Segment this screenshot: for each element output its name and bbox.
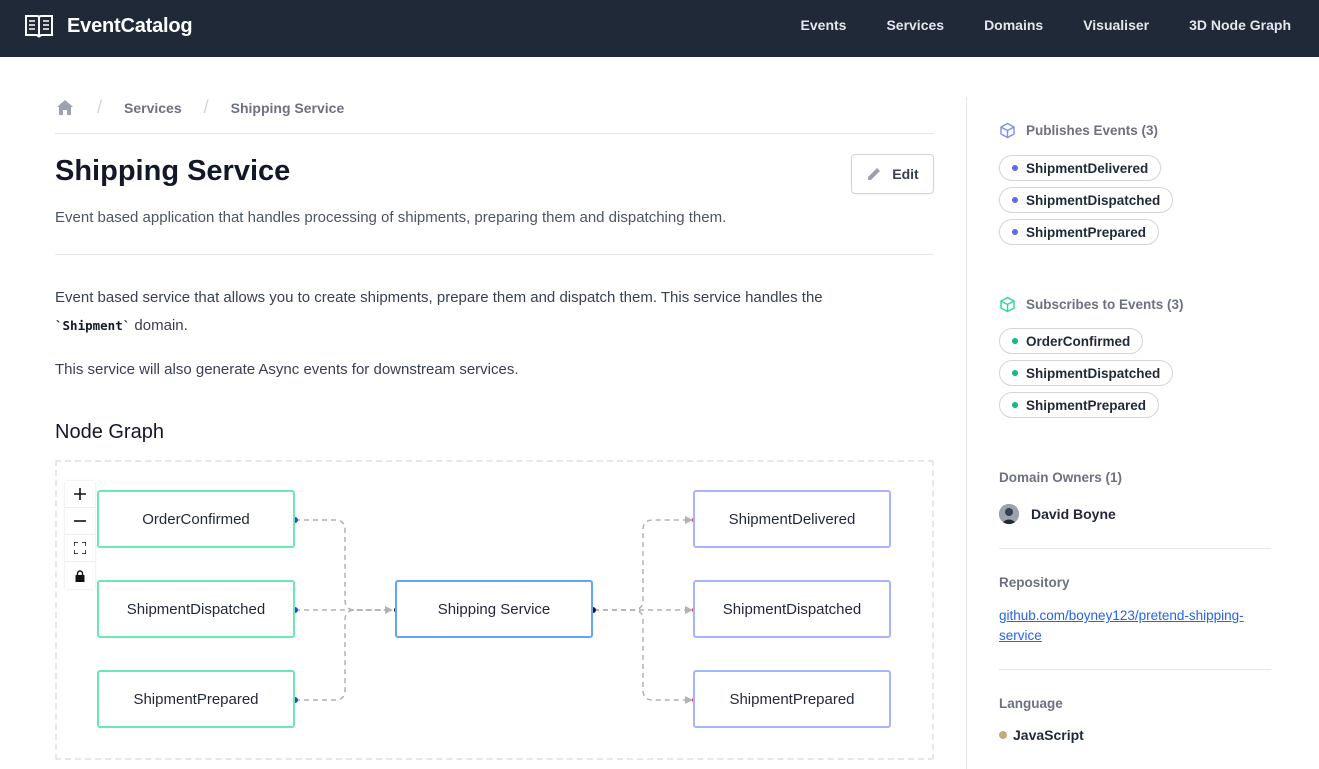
book-icon (25, 15, 53, 38)
page-title: Shipping Service (55, 155, 291, 187)
divider (999, 548, 1271, 549)
node-publish-shipment-delivered[interactable]: ShipmentDelivered (693, 490, 891, 548)
node-label: OrderConfirmed (142, 510, 250, 528)
publish-tag[interactable]: ShipmentDelivered (999, 155, 1162, 181)
tag-dot (1012, 165, 1018, 171)
breadcrumb-separator: / (203, 97, 209, 117)
tag-label: OrderConfirmed (1026, 333, 1131, 349)
language-value: JavaScript (999, 727, 1084, 743)
nav-events[interactable]: Events (801, 17, 847, 33)
owner-item[interactable]: David Boyne (999, 504, 1116, 524)
service-description-2: This service will also generate Async ev… (55, 361, 519, 378)
repository-heading-text: Repository (999, 575, 1070, 590)
subscribes-heading-text: Subscribes to Events (3) (1026, 297, 1184, 312)
tag-dot (1012, 229, 1018, 235)
breadcrumb-services[interactable]: Services (124, 100, 182, 116)
zoom-in-button[interactable] (65, 481, 95, 508)
page-summary: Event based application that handles pro… (55, 209, 727, 226)
cube-icon (1000, 122, 1015, 139)
lock-icon (75, 569, 85, 582)
owners-heading: Domain Owners (1) (999, 470, 1122, 485)
lock-button[interactable] (65, 562, 95, 589)
subscribe-tag[interactable]: ShipmentDispatched (999, 360, 1174, 386)
nav-services[interactable]: Services (886, 17, 944, 33)
tag-dot (1012, 370, 1018, 376)
edit-button-label: Edit (892, 166, 919, 182)
node-subscribe-order-confirmed[interactable]: OrderConfirmed (97, 490, 295, 548)
brand-name: EventCatalog (67, 14, 193, 37)
language-dot (999, 731, 1007, 739)
brand-logo[interactable]: EventCatalog (24, 13, 193, 39)
owner-name: David Boyne (1031, 506, 1116, 522)
subscribe-tag[interactable]: ShipmentPrepared (999, 392, 1160, 418)
plus-icon (74, 488, 86, 500)
publishes-heading-text: Publishes Events (3) (1026, 123, 1159, 138)
node-publish-shipment-prepared[interactable]: ShipmentPrepared (693, 670, 891, 728)
breadcrumb-separator: / (97, 97, 103, 117)
avatar-image (999, 504, 1019, 524)
node-label: Shipping Service (437, 600, 551, 618)
tag-dot (1012, 402, 1018, 408)
breadcrumb: / Services / Shipping Service (55, 97, 344, 118)
inline-code: `Shipment` (55, 318, 131, 333)
publish-tag[interactable]: ShipmentDispatched (999, 187, 1174, 213)
node-label: ShipmentDispatched (126, 600, 266, 618)
tag-dot (1012, 197, 1018, 203)
nav-visualiser[interactable]: Visualiser (1083, 17, 1149, 33)
pencil-icon (868, 168, 881, 180)
language-heading: Language (999, 696, 1063, 711)
node-subscribe-shipment-prepared[interactable]: ShipmentPrepared (97, 670, 295, 728)
home-icon[interactable] (55, 98, 75, 118)
node-label: ShipmentDelivered (728, 510, 856, 528)
divider (55, 133, 934, 134)
node-label: ShipmentDispatched (722, 600, 862, 618)
tag-label: ShipmentDispatched (1026, 365, 1161, 381)
tag-dot (1012, 338, 1018, 344)
node-subscribe-shipment-dispatched[interactable]: ShipmentDispatched (97, 580, 295, 638)
node-label: ShipmentPrepared (133, 690, 259, 708)
fit-view-button[interactable] (65, 535, 95, 562)
tag-label: ShipmentDelivered (1026, 160, 1149, 176)
sidebar-divider (966, 97, 967, 769)
language-label: JavaScript (1013, 727, 1084, 743)
breadcrumb-current: Shipping Service (230, 99, 345, 116)
avatar (999, 504, 1019, 524)
top-navbar: EventCatalog Events Services Domains Vis… (0, 0, 1319, 57)
nav-domains[interactable]: Domains (984, 17, 1043, 33)
node-service[interactable]: Shipping Service (395, 580, 593, 638)
divider (55, 254, 934, 255)
publishes-heading: Publishes Events (3) (999, 122, 1158, 139)
repository-link[interactable]: github.com/boyney123/pretend-shipping-se… (999, 606, 1271, 646)
owners-heading-text: Domain Owners (1) (999, 470, 1123, 485)
divider (999, 669, 1271, 670)
main-nav: Events Services Domains Visualiser 3D No… (761, 17, 1291, 33)
description-text: Event based service that allows you to c… (55, 289, 823, 306)
node-graph-heading: Node Graph (55, 421, 164, 443)
node-label: ShipmentPrepared (729, 690, 855, 708)
subscribes-heading: Subscribes to Events (3) (999, 296, 1184, 313)
language-heading-text: Language (999, 696, 1063, 711)
description-text-end: domain. (130, 317, 188, 334)
subscribe-tag[interactable]: OrderConfirmed (999, 328, 1144, 354)
node-publish-shipment-dispatched[interactable]: ShipmentDispatched (693, 580, 891, 638)
cube-icon (1000, 296, 1015, 313)
tag-label: ShipmentDispatched (1026, 192, 1161, 208)
nav-3d-node-graph[interactable]: 3D Node Graph (1189, 17, 1291, 33)
tag-label: ShipmentPrepared (1026, 224, 1147, 240)
graph-controls (65, 481, 95, 589)
minus-icon (74, 520, 86, 522)
repository-heading: Repository (999, 575, 1070, 590)
publish-tag[interactable]: ShipmentPrepared (999, 219, 1160, 245)
service-description: Event based service that allows you to c… (55, 284, 915, 340)
edit-button[interactable]: Edit (851, 154, 934, 194)
zoom-out-button[interactable] (65, 508, 95, 535)
fullscreen-icon (74, 542, 86, 554)
tag-label: ShipmentPrepared (1026, 397, 1147, 413)
